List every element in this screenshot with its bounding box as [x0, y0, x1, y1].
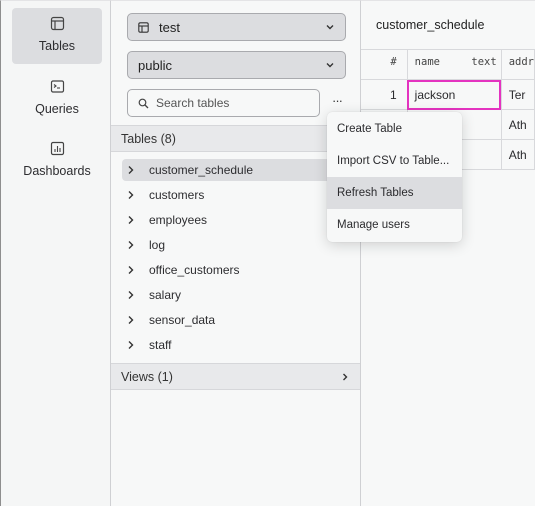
- views-section-header[interactable]: Views (1): [111, 363, 360, 390]
- table-view: customer_schedule # name text addr 1 jacks…: [361, 0, 535, 506]
- chevron-right-icon: [128, 341, 134, 349]
- bar-chart-icon: [50, 141, 64, 156]
- table-name: staff: [149, 338, 172, 352]
- cell-address[interactable]: Ath: [500, 109, 535, 140]
- chevron-right-icon: [343, 373, 348, 380]
- app-nav: Tables Queries Dashboards: [0, 0, 111, 506]
- nav-item-dashboards[interactable]: Dashboards: [12, 133, 102, 189]
- chevron-right-icon: [128, 241, 134, 249]
- tables-sidebar: test public ··· Tables (8) customer_sche…: [110, 0, 361, 506]
- chevron-down-icon: [326, 25, 334, 30]
- table-name: sensor_data: [149, 313, 216, 327]
- table-icon: [50, 16, 64, 31]
- menu-item-create-table[interactable]: Create Table: [327, 113, 462, 145]
- table-item[interactable]: office_customers: [122, 259, 360, 281]
- grid-header-row: # name text addr: [361, 49, 535, 80]
- views-section-label: Views (1): [121, 369, 173, 384]
- cell-address[interactable]: Ath: [500, 139, 535, 170]
- table-name: employees: [149, 213, 208, 227]
- menu-item-refresh-tables[interactable]: Refresh Tables: [327, 177, 462, 209]
- tables-section-label: Tables (8): [121, 131, 176, 146]
- chevron-right-icon: [128, 316, 134, 324]
- nav-item-label: Queries: [35, 102, 79, 116]
- column-header-address[interactable]: addr: [500, 49, 535, 80]
- chevron-right-icon: [128, 191, 134, 199]
- database-icon: [138, 21, 149, 33]
- nav-item-label: Tables: [38, 39, 76, 53]
- column-type: text: [471, 56, 497, 68]
- table-name: customer_schedule: [149, 163, 254, 177]
- database-select[interactable]: test: [127, 13, 346, 41]
- table-item[interactable]: log: [122, 234, 360, 256]
- chevron-down-icon: [326, 63, 334, 68]
- terminal-icon: [50, 80, 64, 93]
- nav-item-tables[interactable]: Tables: [12, 8, 102, 64]
- table-name: log: [149, 238, 166, 252]
- nav-item-label: Dashboards: [23, 164, 91, 178]
- nav-item-queries[interactable]: Queries: [12, 71, 102, 127]
- column-label: name: [414, 56, 440, 68]
- tables-context-menu: Create Table Import CSV to Table... Refres…: [327, 112, 462, 242]
- table-name: office_customers: [149, 263, 240, 277]
- table-item[interactable]: customers: [122, 184, 360, 206]
- table-name: salary: [149, 288, 182, 302]
- row-index: 1: [361, 79, 408, 110]
- table-row: 1 jackson Ter: [361, 79, 535, 110]
- chevron-right-icon: [128, 166, 134, 174]
- search-input[interactable]: [156, 96, 306, 110]
- chevron-right-icon: [128, 291, 134, 299]
- cell-name[interactable]: jackson: [406, 79, 502, 110]
- tables-section-header[interactable]: Tables (8): [111, 125, 360, 152]
- column-header-name[interactable]: name text: [406, 49, 502, 80]
- menu-item-manage-users[interactable]: Manage users: [327, 209, 462, 241]
- more-options-button[interactable]: ···: [329, 93, 345, 113]
- table-item[interactable]: salary: [122, 284, 360, 306]
- table-name: customers: [149, 188, 205, 202]
- column-header-index: #: [361, 49, 408, 80]
- menu-item-import-csv-to-table[interactable]: Import CSV to Table...: [327, 145, 462, 177]
- schema-select[interactable]: public: [127, 51, 346, 79]
- chevron-right-icon: [128, 266, 134, 274]
- table-item[interactable]: sensor_data: [122, 309, 360, 331]
- search-icon: [138, 98, 149, 108]
- table-search: [127, 89, 320, 117]
- table-item[interactable]: staff: [122, 334, 360, 356]
- cell-address[interactable]: Ter: [500, 79, 535, 110]
- table-item[interactable]: employees: [122, 209, 360, 231]
- schema-select-value: public: [138, 57, 172, 73]
- chevron-right-icon: [128, 216, 134, 224]
- database-select-value: test: [159, 19, 180, 35]
- table-title: customer_schedule: [376, 18, 485, 32]
- table-item[interactable]: customer_schedule: [122, 159, 360, 181]
